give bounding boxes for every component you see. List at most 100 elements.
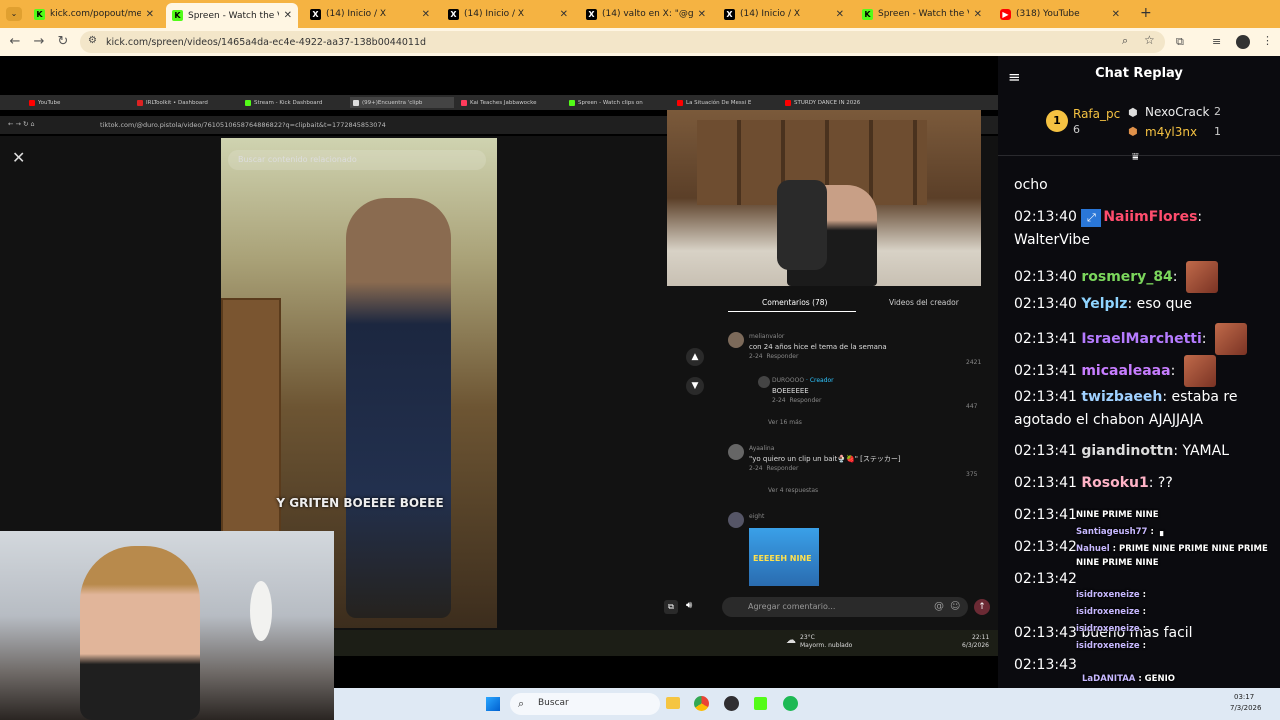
x-icon: X — [310, 8, 321, 20]
streamer-webcam-top — [667, 110, 981, 286]
related-search-input[interactable]: Buscar contenido relacionado — [228, 150, 486, 170]
browser-menu-icon[interactable]: ⋮ — [1262, 34, 1273, 47]
volume-icon[interactable]: 🔊︎ — [686, 600, 692, 611]
address-bar[interactable]: ⚙ kick.com/spreen/videos/1465a4da-ec4e-4… — [80, 31, 1165, 53]
chat-username[interactable]: Rosoku1 — [1081, 475, 1148, 491]
overlay-username: Santiageush77 — [1076, 527, 1148, 537]
bookmark-star-icon[interactable]: ☆ — [1144, 33, 1155, 47]
close-tab-icon[interactable]: ✕ — [146, 9, 154, 20]
spotify-icon[interactable] — [783, 696, 798, 711]
person-figure — [80, 546, 200, 720]
profile-avatar[interactable] — [1236, 35, 1250, 49]
forward-icon[interactable]: → — [27, 34, 51, 49]
browser-tab[interactable]: X (14) valto en X: "@giga_h ✕ — [580, 4, 712, 24]
tab-creator-videos[interactable]: Videos del creador — [889, 298, 959, 307]
overlay-text: : GENIO — [1138, 674, 1175, 684]
streamer-tab-label: La Situación De Messi E — [686, 99, 752, 106]
comment-item: eight EEEEEH NINE — [728, 512, 998, 586]
chat-timestamp: 02:13:42 — [1014, 571, 1077, 587]
chat-username[interactable]: IsraelMarchetti — [1081, 331, 1201, 347]
close-video-icon[interactable]: ✕ — [12, 148, 25, 167]
browser-tab[interactable]: X (14) Inicio / X ✕ — [442, 4, 574, 24]
emote-icon — [1183, 355, 1216, 387]
tab-favicon-icon — [29, 99, 35, 106]
chat-timestamp: 02:13:41 — [1014, 475, 1077, 491]
new-tab-icon[interactable]: + — [1140, 5, 1152, 21]
scroll-down-icon[interactable]: ▼ — [686, 377, 704, 395]
browser-tab[interactable]: X (14) Inicio / X ✕ — [718, 4, 850, 24]
close-tab-icon[interactable]: ✕ — [698, 9, 706, 20]
streamer-tab: IRLToolkit • Dashboard — [134, 97, 238, 108]
comment-likes[interactable]: 447 — [966, 402, 977, 412]
reply-link[interactable]: Responder — [766, 465, 798, 472]
media-control-icon[interactable]: ≡ — [1212, 35, 1221, 48]
add-comment-input[interactable]: Agregar comentario... @ ☺ — [722, 597, 968, 617]
send-icon[interactable]: ↑ — [974, 599, 990, 615]
chat-username[interactable]: twizbaeeh — [1081, 389, 1162, 405]
kick-icon: K — [34, 8, 45, 20]
zoom-icon[interactable]: ⌕ — [1122, 34, 1128, 48]
close-tab-icon[interactable]: ✕ — [560, 9, 568, 20]
windows-start-icon[interactable] — [486, 697, 500, 711]
chat-username[interactable]: rosmery_84 — [1081, 269, 1172, 285]
browser-tab-label: (14) valto en X: "@giga_h — [602, 9, 693, 19]
chat-username[interactable]: giandinottn — [1081, 443, 1173, 459]
browser-tab[interactable]: K Spreen - Watch the V ✕ — [166, 3, 298, 28]
chat-username[interactable]: micaaleaaa — [1081, 363, 1170, 379]
comment-likes[interactable]: 2421 — [966, 358, 981, 368]
overlay-username: LaDANITAA — [1082, 674, 1136, 684]
close-tab-icon[interactable]: ✕ — [974, 9, 982, 20]
chat-timestamp: 02:13:43 — [1014, 625, 1077, 641]
browser-tab[interactable]: K Spreen - Watch the VOD ✕ — [856, 4, 988, 24]
close-tab-icon[interactable]: ✕ — [836, 9, 844, 20]
taskbar-search-input[interactable]: ⌕ Buscar — [510, 693, 660, 715]
browser-toolbar: ← → ↻ ⚙ kick.com/spreen/videos/1465a4da-… — [0, 28, 1280, 56]
overlay-text: : — [1142, 607, 1147, 617]
comment-user: Ayaalina — [749, 445, 775, 452]
emoji-icon[interactable]: ☺ — [950, 601, 960, 612]
browser-tab-label: kick.com/popout/melian — [50, 9, 141, 19]
close-tab-icon[interactable]: ✕ — [284, 10, 292, 21]
clock-time: 22:11 — [972, 634, 990, 641]
overlay-username: isidroxeneize — [1076, 641, 1140, 651]
file-explorer-icon[interactable] — [666, 697, 680, 709]
comment-text: con 24 años hice el tema de la semana — [749, 343, 887, 351]
chat-message: 02:13:40 Yelplz: eso que — [1014, 296, 1192, 312]
back-icon[interactable]: ← — [3, 34, 27, 49]
browser-tab[interactable]: ▶ (318) YouTube ✕ — [994, 4, 1126, 24]
chat-message: ocho — [1014, 174, 1276, 197]
comment-user: eight — [749, 513, 765, 520]
browser-tab[interactable]: X (14) Inicio / X ✕ — [304, 4, 436, 24]
inner-url-text: tiktok.com/@duro.pistola/video/761051065… — [100, 121, 386, 129]
inner-nav-icons: ← → ↻ ⌂ — [8, 120, 35, 128]
obs-icon[interactable] — [724, 696, 739, 711]
chrome-icon[interactable] — [694, 696, 709, 711]
overlay-chat-line: LaDANITAA : GENIO — [1082, 674, 1175, 684]
chat-username[interactable]: Yelplz — [1081, 296, 1127, 312]
streamer-tab-label: Kai Teaches Jabbawocke — [470, 99, 537, 106]
close-tab-icon[interactable]: ✕ — [1112, 9, 1120, 20]
tab-comments[interactable]: Comentarios (78) — [762, 298, 827, 307]
tab-favicon-icon — [677, 99, 683, 106]
streamer-tab-label: Spreen - Watch clips on — [578, 99, 643, 106]
reload-icon[interactable]: ↻ — [51, 34, 75, 49]
reply-link[interactable]: Responder — [766, 353, 798, 360]
chat-timestamp: 02:13:40 — [1014, 209, 1077, 225]
comment-likes[interactable]: 375 — [966, 470, 977, 480]
tab-list-chevron-icon[interactable]: ⌄ — [6, 7, 22, 21]
creator-tag: · Creador — [806, 377, 834, 384]
browser-tab[interactable]: Kkick.com/popout/melian ✕ — [28, 4, 160, 24]
mention-icon[interactable]: @ — [934, 601, 944, 612]
close-tab-icon[interactable]: ✕ — [422, 9, 430, 20]
scroll-up-icon[interactable]: ▲ — [686, 348, 704, 366]
comment-user: melianvalor — [749, 333, 785, 340]
reply-link[interactable]: Responder — [789, 397, 821, 404]
kick-icon[interactable] — [754, 697, 767, 710]
site-info-icon[interactable]: ⚙ — [88, 35, 97, 46]
extensions-icon[interactable]: ⧉ — [1176, 35, 1184, 49]
chair-decor — [777, 180, 827, 270]
chat-text: ?? — [1157, 475, 1173, 491]
comment-user: DUROOOO — [772, 377, 805, 384]
pip-icon[interactable]: ⧉ — [664, 600, 678, 614]
chat-username[interactable]: NaiimFlores — [1103, 209, 1197, 225]
